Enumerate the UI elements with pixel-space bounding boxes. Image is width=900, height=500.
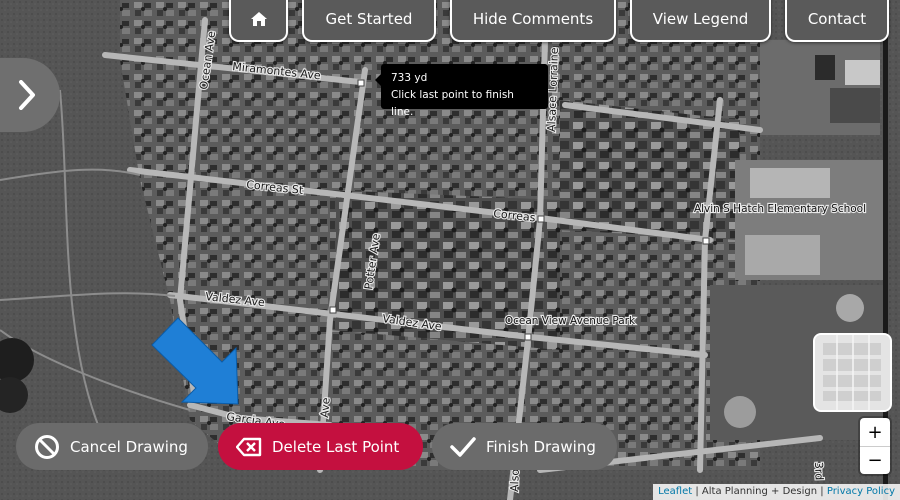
delete-last-point-label: Delete Last Point [272, 437, 400, 456]
finish-drawing-button[interactable]: Finish Drawing [432, 423, 617, 470]
backspace-icon [236, 437, 262, 456]
checkmark-icon [450, 436, 476, 457]
attribution-separator: | [817, 486, 827, 497]
zoom-in-button[interactable]: + [860, 418, 890, 446]
zoom-out-button[interactable]: − [860, 446, 890, 474]
tooltip-distance: 733 yd [391, 72, 428, 84]
street-label-alsace-south: Also [508, 468, 522, 492]
cancel-drawing-button[interactable]: Cancel Drawing [16, 423, 208, 470]
measure-tooltip: 733 yd Click last point to finish line. [375, 64, 548, 118]
top-navigation: Get Started Hide Comments View Legend Co… [0, 0, 900, 42]
street-label-third-ave: 3rd [812, 462, 826, 481]
contact-button[interactable]: Contact [785, 0, 889, 42]
cancel-drawing-label: Cancel Drawing [70, 437, 188, 456]
street-label-ocean-ave-south: Ave [318, 397, 333, 418]
map-attribution: Leaflet | Alta Planning + Design | Priva… [653, 484, 900, 500]
poi-park-label: Ocean View Avenue Park [505, 315, 636, 327]
tooltip-hint: Click last point to finish line. [391, 89, 514, 118]
chevron-right-icon [19, 80, 35, 110]
finish-drawing-label: Finish Drawing [486, 437, 596, 456]
minimap[interactable] [815, 335, 890, 410]
attribution-separator: | [692, 486, 702, 497]
hide-comments-button[interactable]: Hide Comments [450, 0, 616, 42]
view-legend-button[interactable]: View Legend [630, 0, 771, 42]
tooltip-arrow [375, 74, 381, 86]
poi-school-label: Alvin S Hatch Elementary School [694, 203, 866, 215]
leaflet-link[interactable]: Leaflet [658, 486, 692, 497]
privacy-policy-link[interactable]: Privacy Policy [827, 486, 895, 497]
cancel-circle-icon [35, 434, 59, 459]
delete-last-point-button[interactable]: Delete Last Point [218, 423, 423, 470]
attribution-credit: Alta Planning + Design [701, 486, 818, 497]
zoom-control: + − [860, 418, 890, 474]
home-button[interactable] [229, 0, 288, 42]
home-icon [250, 12, 267, 26]
get-started-button[interactable]: Get Started [302, 0, 436, 42]
minimap-imagery [815, 335, 890, 410]
